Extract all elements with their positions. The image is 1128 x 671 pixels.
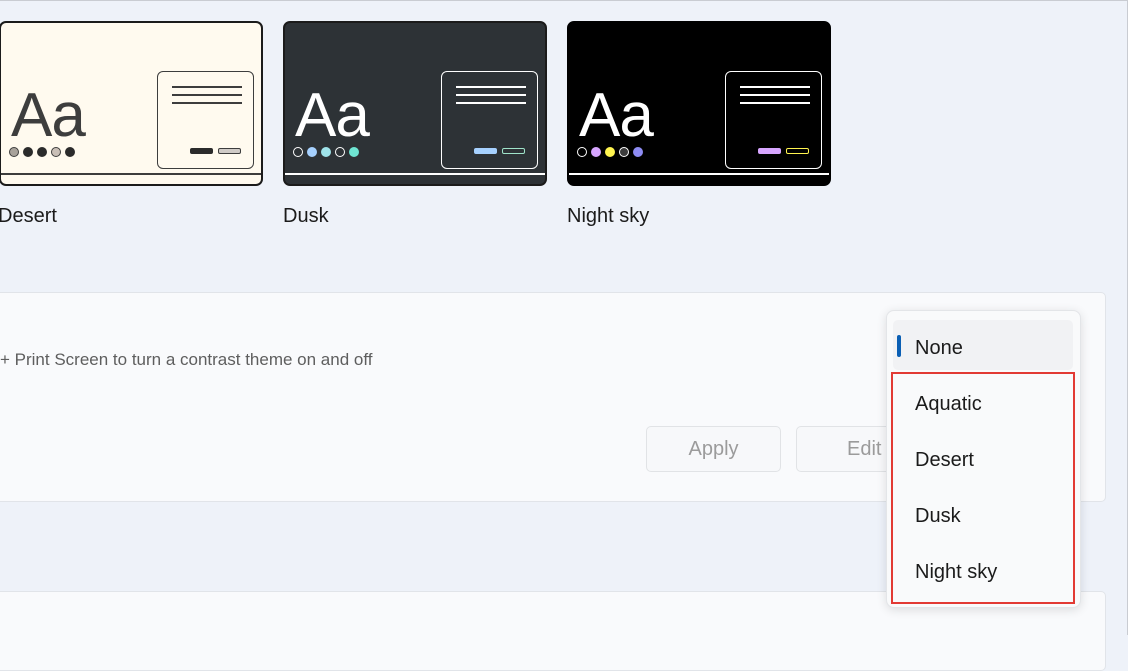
color-dot	[633, 147, 643, 157]
color-dot	[335, 147, 345, 157]
dropdown-option-none-label[interactable]: None	[915, 336, 963, 360]
window-top-edge	[0, 0, 1128, 1]
button-swatch-primary	[474, 148, 497, 154]
color-dot	[307, 147, 317, 157]
apply-button[interactable]: Apply	[646, 426, 781, 472]
theme-label-desert: Desert	[0, 205, 57, 227]
window-text-line	[172, 86, 242, 88]
color-dot	[293, 147, 303, 157]
button-swatch-primary	[758, 148, 781, 154]
sample-text: Aa	[579, 81, 654, 150]
shortcut-hint: + Print Screen to turn a contrast theme …	[0, 350, 373, 369]
window-text-line	[740, 86, 810, 88]
color-dot	[591, 147, 601, 157]
color-dot	[51, 147, 61, 157]
color-dot	[577, 147, 587, 157]
color-dot	[65, 147, 75, 157]
color-dots	[9, 147, 75, 157]
window-preview-icon	[441, 71, 538, 169]
window-text-line	[456, 94, 526, 96]
button-swatch-secondary	[786, 148, 809, 154]
selected-indicator	[897, 335, 901, 357]
color-dot	[321, 147, 331, 157]
theme-card-desert[interactable]: Aa	[0, 21, 263, 186]
button-swatch-secondary	[218, 148, 241, 154]
color-dot	[605, 147, 615, 157]
theme-label-night-sky: Night sky	[567, 205, 650, 227]
taskbar-line	[1, 173, 261, 175]
color-dot	[619, 147, 629, 157]
color-dot	[37, 147, 47, 157]
window-preview-icon	[157, 71, 254, 169]
color-dot	[23, 147, 33, 157]
button-swatch-secondary	[502, 148, 525, 154]
color-dots	[293, 147, 359, 157]
window-text-line	[740, 102, 810, 104]
color-dots	[577, 147, 643, 157]
window-text-line	[172, 94, 242, 96]
theme-card-dusk[interactable]: Aa	[283, 21, 547, 186]
window-text-line	[740, 94, 810, 96]
window-text-line	[456, 102, 526, 104]
taskbar-line	[569, 173, 829, 175]
sample-text: Aa	[11, 81, 86, 150]
window-text-line	[456, 86, 526, 88]
color-dot	[9, 147, 19, 157]
color-dot	[349, 147, 359, 157]
highlight-annotation	[891, 372, 1075, 604]
theme-label-dusk: Dusk	[283, 205, 329, 227]
button-swatch-primary	[190, 148, 213, 154]
sample-text: Aa	[295, 81, 370, 150]
theme-card-night-sky[interactable]: Aa	[567, 21, 831, 186]
window-preview-icon	[725, 71, 822, 169]
window-text-line	[172, 102, 242, 104]
taskbar-line	[285, 173, 545, 175]
